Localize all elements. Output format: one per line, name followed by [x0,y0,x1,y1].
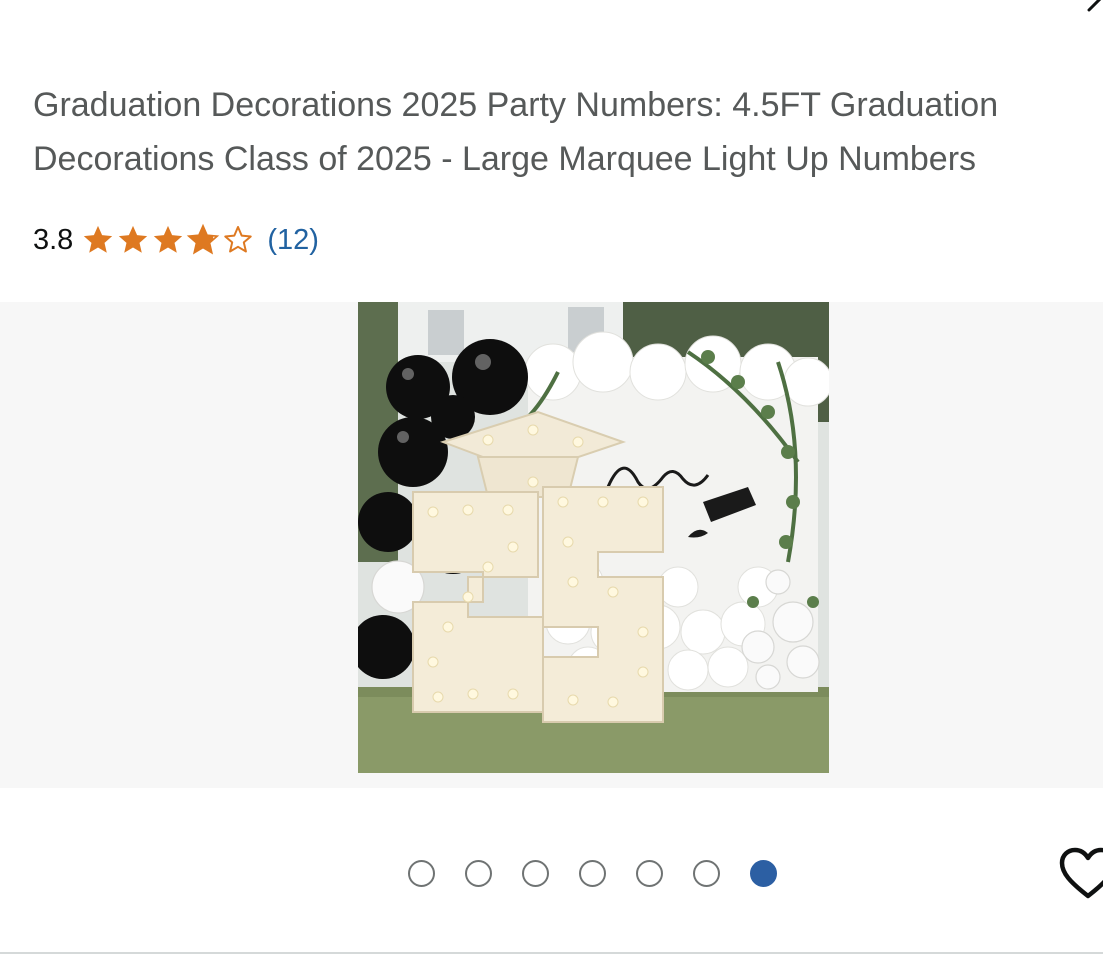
star-partial-icon [187,223,220,255]
carousel-dot[interactable] [579,860,606,887]
star-rating [81,223,255,257]
carousel-pagination [408,860,777,887]
product-title[interactable]: Graduation Decorations 2025 Party Number… [33,78,1073,186]
product-detail-page: Graduation Decorations 2025 Party Number… [0,0,1103,968]
heart-outline-icon[interactable] [1058,846,1103,902]
star-full-icon [119,225,148,253]
carousel-dot[interactable] [465,860,492,887]
carousel-dot[interactable] [636,860,663,887]
carousel-dot[interactable] [693,860,720,887]
review-count-link[interactable]: (12) [267,224,319,257]
carousel-dot-active[interactable] [750,860,777,887]
rating-value: 3.8 [33,223,74,256]
star-empty-icon [224,225,253,253]
star-full-icon [84,225,113,253]
product-image[interactable] [358,302,829,773]
carousel-dot[interactable] [408,860,435,887]
share-icon[interactable] [1085,0,1103,14]
star-full-icon [154,225,183,253]
carousel-dot[interactable] [522,860,549,887]
image-carousel[interactable] [0,302,1103,788]
divider [0,952,1103,954]
rating-row[interactable]: 3.8 (12) [33,220,319,260]
